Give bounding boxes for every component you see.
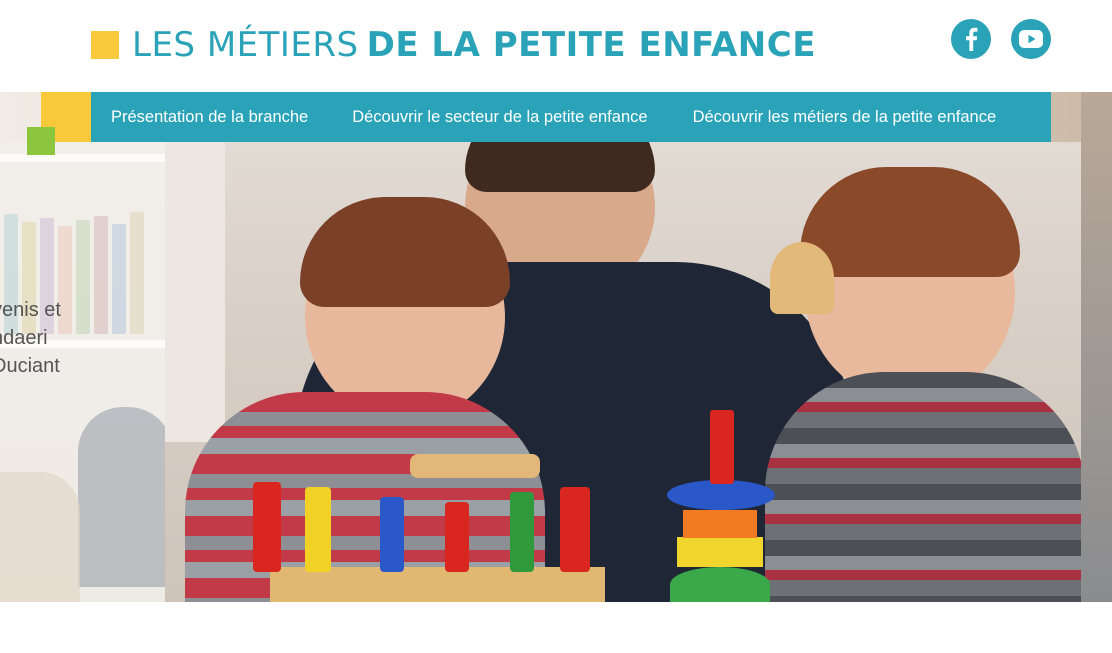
toy-ring bbox=[670, 567, 770, 602]
toy-peg bbox=[380, 497, 404, 572]
toy-ring bbox=[683, 510, 757, 538]
youtube-link[interactable] bbox=[1011, 19, 1051, 59]
facebook-link[interactable] bbox=[951, 19, 991, 59]
toy-block bbox=[770, 242, 834, 314]
hero-slider: venis et ndaeri Duciant bbox=[0, 92, 1112, 602]
toy-peg bbox=[445, 502, 469, 572]
previous-slide-caption: venis et ndaeri Duciant bbox=[0, 296, 165, 380]
adult-hair bbox=[465, 142, 655, 192]
caption-line: ndaeri bbox=[0, 327, 48, 349]
site-header: LES MÉTIERS DE LA PETITE ENFANCE bbox=[0, 0, 1112, 92]
hero-photo bbox=[165, 142, 1081, 602]
toy-hammer bbox=[410, 454, 540, 478]
next-slide-edge[interactable] bbox=[1081, 92, 1112, 602]
nav-item-metiers[interactable]: Découvrir les métiers de la petite enfan… bbox=[693, 108, 997, 127]
logo-square-icon bbox=[91, 31, 119, 59]
toy-bench bbox=[270, 567, 605, 602]
toy-ring bbox=[667, 480, 775, 510]
site-logo[interactable]: LES MÉTIERS DE LA PETITE ENFANCE bbox=[91, 28, 816, 62]
toy-peg bbox=[305, 487, 331, 572]
logo-text-light: LES MÉTIERS bbox=[132, 25, 359, 65]
youtube-icon bbox=[1019, 30, 1043, 48]
logo-text: LES MÉTIERS DE LA PETITE ENFANCE bbox=[132, 28, 816, 62]
main-navigation: Présentation de la branche Découvrir le … bbox=[91, 92, 1051, 142]
caption-line: venis et bbox=[0, 299, 61, 321]
facebook-icon bbox=[966, 27, 978, 51]
toy-peg bbox=[560, 487, 590, 572]
toy-peg bbox=[710, 410, 734, 484]
decorative-square-green bbox=[27, 127, 55, 155]
previous-slide[interactable]: venis et ndaeri Duciant bbox=[0, 142, 165, 602]
nav-item-secteur[interactable]: Découvrir le secteur de la petite enfanc… bbox=[352, 108, 647, 127]
right-child-sweater bbox=[765, 372, 1081, 602]
logo-text-bold: DE LA PETITE ENFANCE bbox=[366, 25, 816, 65]
toy-peg bbox=[253, 482, 281, 572]
toy-ring bbox=[677, 537, 763, 567]
toy-peg bbox=[510, 492, 534, 572]
nav-item-presentation[interactable]: Présentation de la branche bbox=[111, 108, 308, 127]
caption-line: Duciant bbox=[0, 355, 60, 377]
right-child-hair bbox=[800, 167, 1020, 277]
